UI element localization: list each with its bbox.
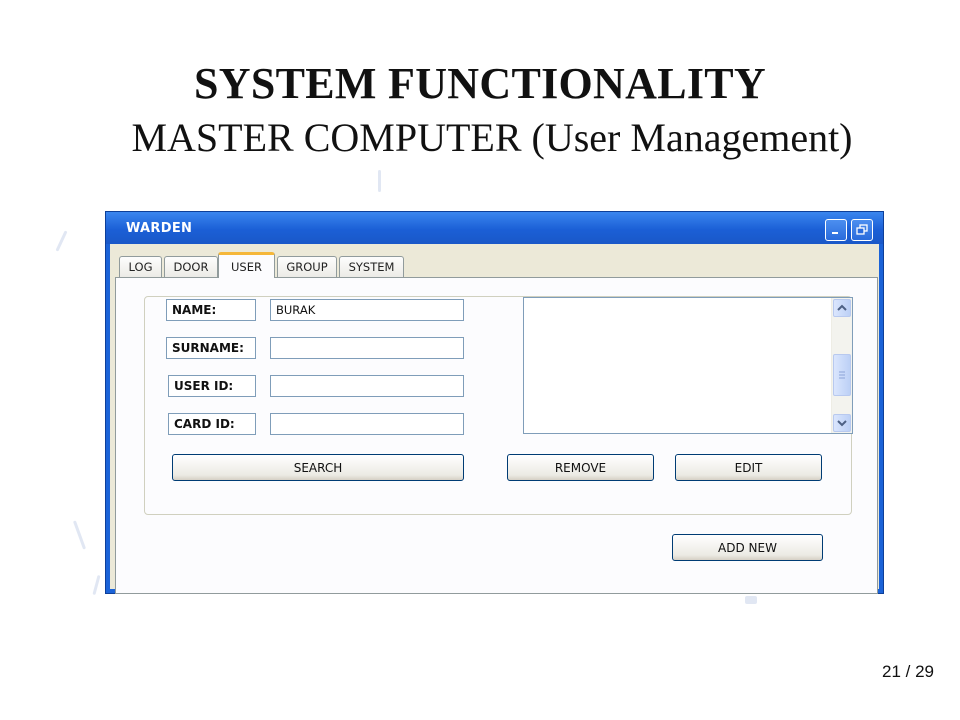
scroll-thumb[interactable]: [833, 354, 851, 396]
background-decoration: [92, 574, 101, 596]
surname-label: SURNAME:: [166, 337, 256, 359]
edit-button[interactable]: EDIT: [675, 454, 822, 481]
background-decoration: [55, 230, 68, 252]
search-button[interactable]: SEARCH: [172, 454, 464, 481]
name-input[interactable]: [270, 299, 464, 321]
background-decoration: [72, 520, 87, 550]
restore-button[interactable]: [851, 219, 873, 241]
grip-icon: [839, 371, 845, 379]
scroll-down-button[interactable]: [833, 414, 851, 432]
user-id-label: USER ID:: [168, 375, 256, 397]
user-id-input[interactable]: [270, 375, 464, 397]
tab-log[interactable]: LOG: [119, 256, 162, 277]
window-client-area: LOG DOOR USER GROUP SYSTEM NAME: SURNAME…: [110, 244, 879, 594]
card-id-label: CARD ID:: [168, 413, 256, 435]
user-tab-panel: NAME: SURNAME: USER ID: CARD ID:: [115, 277, 878, 594]
title-bar[interactable]: WARDEN: [106, 212, 883, 244]
window-title: WARDEN: [126, 221, 193, 236]
card-id-input[interactable]: [270, 413, 464, 435]
user-form-group: NAME: SURNAME: USER ID: CARD ID:: [144, 296, 853, 515]
name-label: NAME:: [166, 299, 256, 321]
remove-button[interactable]: REMOVE: [507, 454, 654, 481]
minimize-icon: [832, 232, 838, 234]
restore-icon: [856, 224, 868, 235]
user-list[interactable]: [523, 297, 853, 434]
background-decoration: [378, 170, 381, 192]
tab-door[interactable]: DOOR: [164, 256, 218, 277]
tab-user[interactable]: USER: [218, 252, 275, 278]
background-decoration: [745, 596, 757, 604]
warden-window: WARDEN LOG DOOR USER GROUP SYSTEM NAME: …: [105, 211, 884, 594]
list-scrollbar[interactable]: [831, 298, 852, 433]
page-number: 21 / 29: [882, 662, 934, 681]
minimize-button[interactable]: [825, 219, 847, 241]
add-new-button[interactable]: ADD NEW: [672, 534, 823, 561]
surname-input[interactable]: [270, 337, 464, 359]
chevron-down-icon: [837, 420, 847, 427]
scroll-up-button[interactable]: [833, 299, 851, 317]
tab-system[interactable]: SYSTEM: [339, 256, 404, 277]
slide-subtitle: MASTER COMPUTER (User Management): [131, 115, 853, 160]
tab-group[interactable]: GROUP: [277, 256, 337, 277]
slide-title: SYSTEM FUNCTIONALITY: [194, 59, 766, 108]
chevron-up-icon: [837, 304, 847, 311]
